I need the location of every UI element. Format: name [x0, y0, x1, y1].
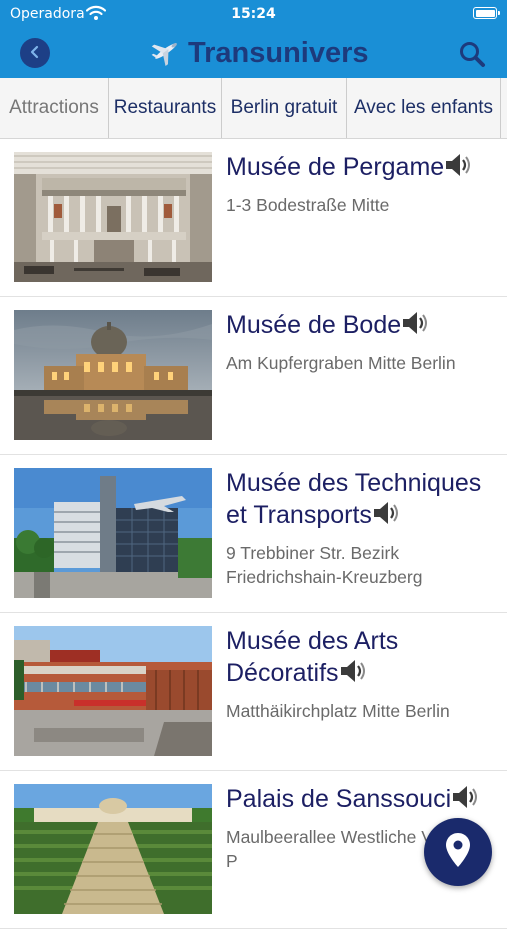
tab-avec-les-enfants[interactable]: Avec les enfants — [347, 78, 501, 138]
search-button[interactable] — [458, 40, 486, 68]
app-title: Transunivers — [188, 36, 369, 69]
tab-restaurants[interactable]: Restaurants — [109, 78, 222, 138]
speaker-icon[interactable] — [339, 658, 367, 692]
speaker-icon[interactable] — [401, 310, 429, 344]
battery-icon — [473, 7, 500, 19]
app-title-group: Transunivers — [150, 34, 369, 72]
tab-attractions[interactable]: Attractions — [0, 78, 109, 138]
item-address: Am Kupfergraben Mitte Berlin — [226, 353, 456, 373]
item-title: Musée des Arts Décoratifs — [226, 627, 399, 687]
item-title: Palais de Sanssouci — [226, 785, 452, 813]
status-time: 15:24 — [231, 6, 276, 22]
item-address: Matthäikirchplatz Mitte Berlin — [226, 701, 450, 721]
airplane-icon — [150, 36, 182, 70]
speaker-icon[interactable] — [372, 500, 400, 534]
item-address: 9 Trebbiner Str. Bezirk Friedrichshain-K… — [226, 543, 423, 587]
thumbnail-image — [14, 626, 212, 756]
item-title-group: Musée de Bode — [226, 309, 498, 344]
speaker-icon[interactable] — [444, 152, 472, 186]
category-tabs: Attractions Restaurants Berlin gratuit A… — [0, 78, 507, 139]
nav-bar: Transunivers — [0, 28, 507, 78]
search-icon — [458, 42, 486, 72]
thumbnail-image — [14, 468, 212, 598]
header-bar: Operadora 15:24 Transunivers — [0, 0, 507, 78]
item-title-group: Palais de Sanssouci — [226, 783, 498, 818]
item-title-group: Musée des Techniques et Transports — [226, 467, 498, 534]
tab-berlin-gratuit[interactable]: Berlin gratuit — [222, 78, 347, 138]
thumbnail-image — [14, 310, 212, 440]
speaker-icon[interactable] — [451, 784, 479, 818]
thumbnail-image — [14, 784, 212, 914]
item-title: Musée de Pergame — [226, 153, 445, 181]
item-title-group: Musée des Arts Décoratifs — [226, 625, 498, 692]
list-item[interactable]: Musée des Techniques et Transports 9 Tre… — [0, 455, 507, 613]
attractions-list: Musée de Pergame 1-3 Bodestraße Mitte Mu… — [0, 139, 507, 929]
list-item[interactable]: Musée de Pergame 1-3 Bodestraße Mitte — [0, 139, 507, 297]
list-item[interactable]: Musée des Arts Décoratifs Matthäikirchpl… — [0, 613, 507, 771]
item-title: Musée des Techniques et Transports — [226, 469, 482, 529]
item-title: Musée de Bode — [226, 311, 402, 339]
map-pin-icon — [445, 832, 471, 872]
map-button[interactable] — [424, 818, 492, 886]
thumbnail-image — [14, 152, 212, 282]
chevron-left-icon — [28, 44, 42, 63]
item-title-group: Musée de Pergame — [226, 151, 498, 186]
back-button[interactable] — [20, 38, 50, 68]
list-item[interactable]: Musée de Bode Am Kupfergraben Mitte Berl… — [0, 297, 507, 455]
status-bar: Operadora 15:24 — [0, 0, 507, 28]
item-address: 1-3 Bodestraße Mitte — [226, 195, 390, 215]
